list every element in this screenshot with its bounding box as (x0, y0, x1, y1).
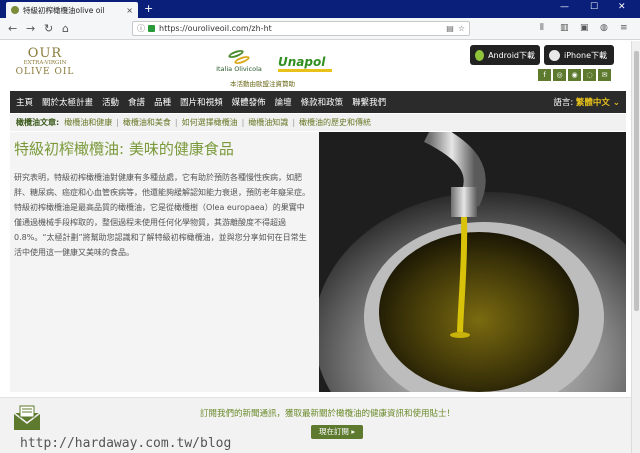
main-navigation: 主頁 關於太極計畫 活動 食譜 品種 圖片和視頻 媒體發佈 論壇 條款和政策 聯… (10, 91, 626, 113)
unapol-logo: Unapol (278, 55, 326, 69)
instagram-icon[interactable]: ◎ (553, 69, 566, 81)
subnav-link-choose[interactable]: 如何選擇橄欖油 (182, 117, 238, 128)
url-text[interactable]: https://ouroliveoil.com/zh-ht (159, 24, 442, 33)
bookmark-star-icon[interactable]: ☆ (458, 24, 465, 33)
subnav-divider: | (116, 118, 119, 127)
email-icon[interactable]: ✉ (598, 69, 611, 81)
language-label: 語言: (553, 98, 574, 108)
unapol-underline (278, 69, 332, 72)
site-favicon-icon (11, 6, 19, 14)
minimize-icon[interactable]: — (560, 2, 569, 12)
watermark-text: http://hardaway.com.tw/blog (20, 436, 232, 451)
site-logo[interactable]: OUR EXTRA-VIRGIN OLIVE OIL (14, 47, 76, 77)
android-download-button[interactable]: Android下載 (470, 45, 540, 65)
olive-oil-illustration (319, 132, 626, 392)
hero-text-panel: 特級初榨橄欖油: 美味的健康食品 研究表明，特級初榨橄欖油對健康有多種益處，它有… (10, 132, 319, 392)
apple-icon (549, 49, 560, 61)
newsletter-banner: 訂閱我們的新聞通訊，獲取最新關於橄欖油的健康資訊和使用貼士！ 現在訂閱 ▸ ht… (0, 397, 631, 453)
nav-item-press[interactable]: 媒體發佈 (232, 96, 266, 108)
subnav-link-food[interactable]: 橄欖油和美食 (123, 117, 171, 128)
italia-olivicola-name: Italia Olivicola (216, 65, 262, 73)
close-window-icon[interactable]: ✕ (618, 2, 626, 12)
logo-line-1: OUR (27, 46, 63, 61)
nav-item-forum[interactable]: 論壇 (275, 96, 292, 108)
logo-line-3: OLIVE OIL (15, 67, 75, 77)
browser-tab[interactable]: 特級初榨橄欖油olive oil × (6, 2, 138, 18)
eu-funding-caption: 本活動由歐盟注資贊助 (230, 80, 295, 88)
newsletter-envelope-icon (12, 404, 42, 435)
forward-icon[interactable]: → (26, 22, 35, 35)
nav-item-home[interactable]: 主頁 (16, 96, 33, 108)
extension-icon[interactable]: ▣ (580, 23, 589, 33)
subnav-link-history[interactable]: 橄欖油的歷史和傳統 (299, 117, 371, 128)
hero-body: 研究表明，特級初榨橄欖油對健康有多種益處，它有助於預防各種慢性疾病，如肥胖、糖尿… (14, 173, 310, 257)
hero-title: 特級初榨橄欖油: 美味的健康食品 (14, 140, 234, 158)
menu-icon[interactable]: ≡ (620, 23, 628, 33)
browser-tab-strip: 特級初榨橄欖油olive oil × + — ☐ ✕ (0, 0, 640, 18)
olive-oil-pouring-image (319, 132, 626, 392)
partner-logos: Italia Olivicola Unapol 本活動由歐盟注資贊助 (210, 45, 342, 89)
maximize-icon[interactable]: ☐ (590, 2, 598, 12)
nav-item-recipes[interactable]: 食譜 (128, 96, 145, 108)
iphone-download-button[interactable]: iPhone下載 (544, 45, 614, 65)
reload-icon[interactable]: ↻ (44, 22, 53, 35)
tab-title: 特級初榨橄欖油olive oil (23, 5, 105, 15)
account-icon[interactable]: ◍ (600, 23, 608, 33)
subnav-heading: 橄欖油文章: (16, 118, 60, 127)
iphone-download-label: iPhone下載 (564, 50, 608, 60)
subnav-divider: | (241, 118, 245, 127)
nav-item-events[interactable]: 活動 (102, 96, 119, 108)
nav-item-media[interactable]: 圖片和視頻 (180, 96, 223, 108)
android-icon (475, 49, 485, 61)
nav-item-terms[interactable]: 條款和政策 (301, 96, 344, 108)
facebook-icon[interactable]: f (538, 69, 551, 81)
browser-toolbar: ← → ↻ ⌂ ⓘ https://ouroliveoil.com/zh-ht … (0, 18, 640, 40)
nav-item-about[interactable]: 關於太極計畫 (42, 96, 93, 108)
android-download-label: Android下載 (488, 50, 535, 60)
wechat-icon[interactable]: ◌ (583, 69, 596, 81)
subnav-divider: | (292, 118, 296, 127)
close-tab-icon[interactable]: × (126, 6, 133, 15)
italia-olivicola-logo: Italia Olivicola (210, 48, 268, 73)
nav-item-varieties[interactable]: 品種 (154, 96, 171, 108)
scrollbar-thumb[interactable] (634, 51, 639, 311)
language-selector[interactable]: 語言: 繁體中文 ⌄ (553, 96, 620, 108)
reader-view-icon[interactable]: ▤ (446, 24, 454, 33)
page-scrollbar[interactable] (631, 41, 640, 453)
sidebar-icon[interactable]: ▥ (560, 23, 569, 33)
subnav-link-knowledge[interactable]: 橄欖油知識 (248, 117, 288, 128)
home-icon[interactable]: ⌂ (62, 22, 69, 35)
weibo-icon[interactable]: ◉ (568, 69, 581, 81)
lock-icon (148, 25, 155, 32)
newsletter-text: 訂閱我們的新聞通訊，獲取最新關於橄欖油的健康資訊和使用貼士！ (200, 409, 456, 419)
library-icon[interactable]: ⫴ (540, 23, 544, 33)
language-value[interactable]: 繁體中文 ⌄ (576, 98, 620, 108)
new-tab-button[interactable]: + (144, 2, 153, 15)
subnav-link-health[interactable]: 橄欖油和健康 (64, 117, 112, 128)
nav-item-contact[interactable]: 聯繫我們 (352, 96, 386, 108)
url-bar[interactable]: ⓘ https://ouroliveoil.com/zh-ht ▤ ☆ (132, 21, 470, 36)
web-page: OUR EXTRA-VIRGIN OLIVE OIL Italia Olivic… (0, 41, 631, 453)
subscribe-button[interactable]: 現在訂閱 ▸ (311, 425, 364, 439)
article-subnav: 橄欖油文章: 橄欖油和健康 | 橄欖油和美食 | 如何選擇橄欖油 | 橄欖油知識… (10, 114, 626, 131)
logo-line-2: EXTRA-VIRGIN (23, 60, 67, 66)
back-icon[interactable]: ← (8, 22, 17, 35)
site-info-icon[interactable]: ⓘ (137, 23, 145, 34)
subnav-divider: | (174, 118, 178, 127)
olive-leaf-icon (227, 48, 251, 66)
